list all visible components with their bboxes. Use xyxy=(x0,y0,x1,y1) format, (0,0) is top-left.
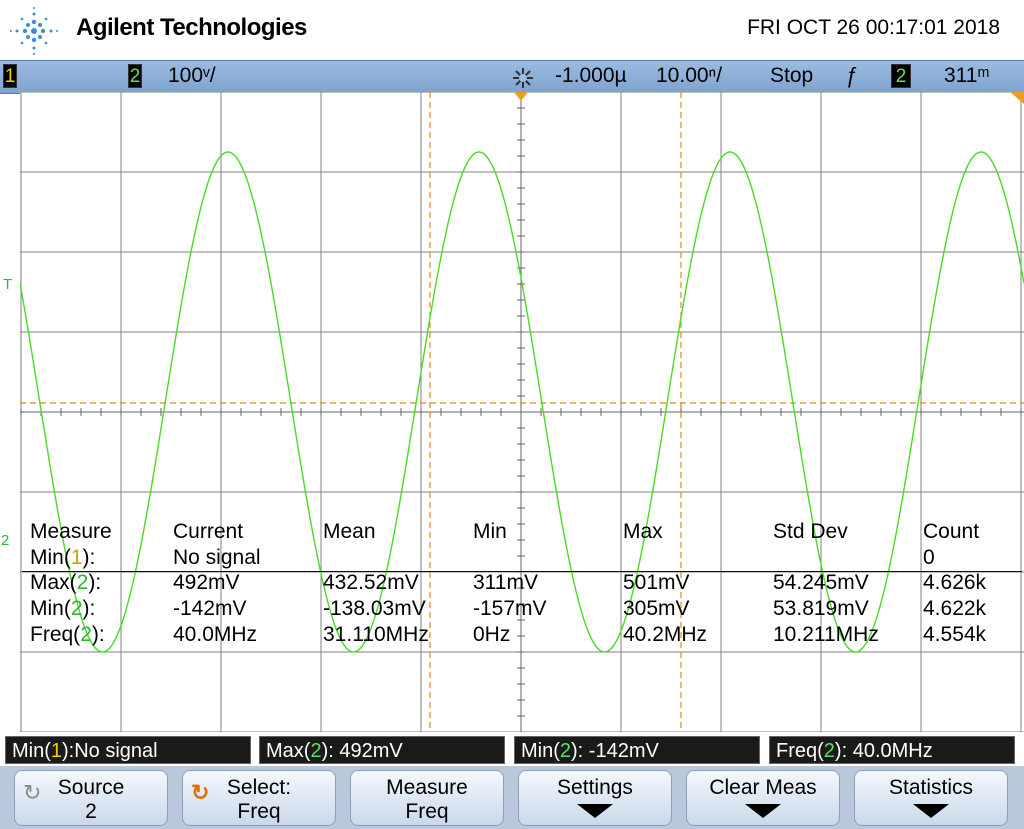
meas-cell: 4.626k xyxy=(923,571,987,594)
meas-cell: 40.0MHz xyxy=(173,623,258,646)
settings-softkey[interactable]: Settings xyxy=(518,770,672,826)
trigger-level-marker[interactable]: T xyxy=(3,276,12,293)
meas-header-current: Current xyxy=(173,520,244,543)
statistics-softkey[interactable]: Statistics xyxy=(854,770,1008,826)
meas-cell: 305mV xyxy=(623,597,690,620)
agilent-spark-logo xyxy=(10,7,58,55)
meas-cell: 0Hz xyxy=(473,623,511,646)
channel-2-ground-marker[interactable]: 2 xyxy=(1,532,9,549)
meas-cell: 501mV xyxy=(623,571,690,594)
run-state: Stop xyxy=(770,64,814,87)
measurement-readout: Max(2): 492mV xyxy=(259,736,505,764)
meas-cell: 4.622k xyxy=(923,597,987,620)
softkey-label: Measure xyxy=(386,776,468,799)
meas-cell: No signal xyxy=(173,546,261,569)
meas-cell: 311mV xyxy=(473,571,538,594)
softkey-bar: ↻ Source 2 ↻ Select: Freq Measure Freq Settings C… xyxy=(0,766,1024,829)
channel-1-indicator[interactable]: 1 xyxy=(3,64,17,88)
meas-cell: 54.245mV xyxy=(773,571,869,594)
meas-cell: 0 xyxy=(923,546,935,569)
trigger-level: 311ᵐ xyxy=(944,64,990,87)
measurement-readout: Min(2): -142mV xyxy=(514,736,760,764)
meas-cell: 432.52mV xyxy=(323,571,419,594)
rotate-knob-icon: ↻ xyxy=(23,780,42,805)
source-softkey[interactable]: ↻ Source 2 xyxy=(14,770,168,826)
status-bar: 1 2 100ᵛ/ -1.000µ 10.00ⁿ/ Stop ƒ 2 311ᵐ xyxy=(0,60,1024,94)
meas-cell: 492mV xyxy=(173,571,240,594)
rising-edge-trigger-icon: ƒ xyxy=(846,63,859,88)
softkey-value: Freq xyxy=(405,800,449,823)
meas-header-min: Min xyxy=(473,520,507,543)
meas-header-max: Max xyxy=(623,520,663,543)
table-separator xyxy=(22,571,1022,572)
softkey-label: Settings xyxy=(557,776,633,799)
channel-2-indicator[interactable]: 2 xyxy=(128,64,142,88)
brand-name: Agilent Technologies xyxy=(76,14,307,41)
meas-cell: 40.2MHz xyxy=(623,623,708,646)
time-reference-marker xyxy=(514,92,528,101)
trigger-source-indicator[interactable]: 2 xyxy=(891,64,911,88)
timebase: 10.00ⁿ/ xyxy=(656,64,723,87)
submenu-arrow-icon xyxy=(577,804,613,818)
meas-cell: 10.211MHz xyxy=(773,623,879,646)
meas-cell: 4.554k xyxy=(923,623,987,646)
meas-header-mean: Mean xyxy=(323,520,376,543)
meas-cell: -138.03mV xyxy=(323,597,426,620)
datetime: FRI OCT 26 00:17:01 2018 xyxy=(747,16,1000,39)
delay-knob-icon xyxy=(513,68,533,88)
offscreen-marker xyxy=(1010,92,1024,104)
meas-header-measure: Measure xyxy=(30,520,112,543)
rotate-knob-icon: ↻ xyxy=(191,780,210,805)
submenu-arrow-icon xyxy=(913,804,949,818)
measurement-readout: Freq(2): 40.0MHz xyxy=(769,736,1015,764)
meas-cell: -142mV xyxy=(173,597,247,620)
horizontal-delay: -1.000µ xyxy=(555,64,627,87)
meas-row-label: Max(2): xyxy=(30,571,102,594)
meas-cell: 53.819mV xyxy=(773,597,869,620)
submenu-arrow-icon xyxy=(745,804,781,818)
meas-cell: 31.110MHz xyxy=(323,623,429,646)
softkey-label: Statistics xyxy=(888,776,974,799)
header-bar: Agilent Technologies FRI OCT 26 00:17:01… xyxy=(0,0,1024,60)
clear-meas-softkey[interactable]: Clear Meas xyxy=(686,770,840,826)
meas-row-label: Freq(2): xyxy=(30,623,105,646)
meas-row-label: Min(2): xyxy=(30,597,96,620)
select-softkey[interactable]: ↻ Select: Freq xyxy=(182,770,336,826)
measure-softkey[interactable]: Measure Freq xyxy=(350,770,504,826)
softkey-label: Clear Meas xyxy=(709,776,817,799)
meas-cell: -157mV xyxy=(473,597,547,620)
meas-header-count: Count xyxy=(923,520,980,543)
meas-row-label: Min(1): xyxy=(30,546,96,569)
meas-header-std-dev: Std Dev xyxy=(773,520,848,543)
measurement-readout: Min(1):No signal xyxy=(5,736,251,764)
channel-2-scale: 100ᵛ/ xyxy=(168,64,216,87)
